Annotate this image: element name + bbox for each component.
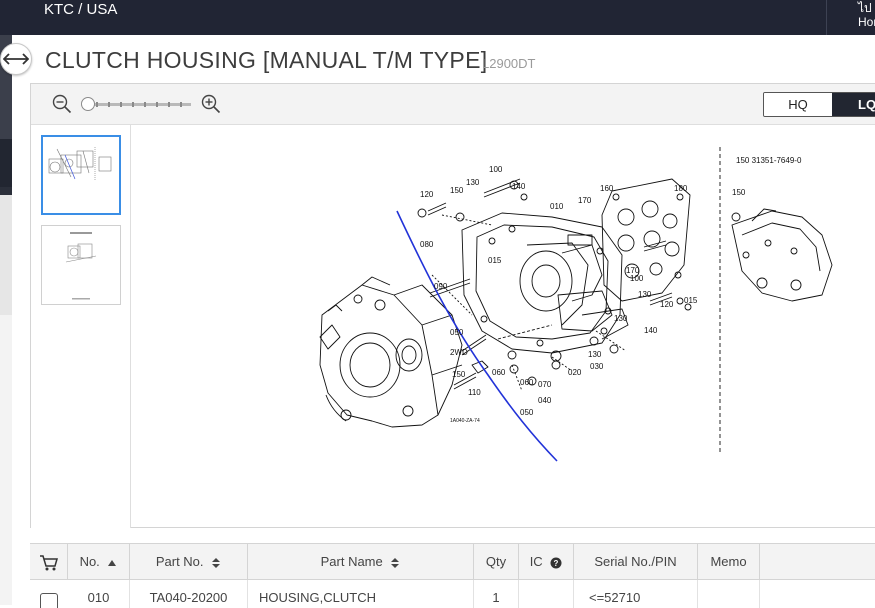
home-link[interactable]: ไป Hor (858, 1, 875, 29)
callout-label[interactable]: 080 (420, 240, 434, 249)
callout-label[interactable]: 120 (660, 300, 674, 309)
callout-label[interactable]: 020 (568, 368, 582, 377)
quality-toggle: HQ LQ (763, 92, 875, 117)
row-part-name: HOUSING,CLUTCH (248, 580, 474, 608)
memo-column-header: Memo (698, 544, 760, 580)
parts-table: No. Part No. Part Name Qty IC ? Serial N… (30, 543, 875, 608)
qty-column-header: Qty (474, 544, 519, 580)
lq-button[interactable]: LQ (832, 93, 875, 116)
side-panel-strip (0, 35, 12, 605)
row-no: 010 (68, 580, 130, 608)
table-header: No. Part No. Part Name Qty IC ? Serial N… (30, 543, 875, 580)
callout-label[interactable]: 2WD (450, 348, 468, 357)
callout-label[interactable]: 160 (600, 184, 614, 193)
row-qty: 1 (474, 580, 519, 608)
thumbnail-page-1[interactable] (41, 135, 121, 215)
callout-label[interactable]: 170 (578, 196, 592, 205)
callout-label[interactable]: 040 (538, 396, 552, 405)
home-link-top: ไป (858, 1, 872, 15)
row-memo (698, 580, 760, 608)
table-row[interactable]: 010 TA040-20200 HOUSING,CLUTCH 1 <=52710 (30, 580, 875, 608)
swap-arrows-icon (3, 53, 29, 65)
callout-label[interactable]: 100 (630, 274, 644, 283)
callout-label[interactable]: 070 (538, 380, 552, 389)
row-serial: <=52710 (574, 580, 698, 608)
serial-header-label: Serial No./PIN (594, 554, 677, 569)
row-checkbox[interactable] (40, 593, 58, 608)
callout-label[interactable]: 140 (644, 326, 658, 335)
sort-icon (391, 557, 400, 568)
hq-button[interactable]: HQ (764, 93, 832, 116)
row-select-cell (30, 580, 68, 608)
part-no-column-header[interactable]: Part No. (130, 544, 248, 580)
callout-label[interactable]: 050 (450, 328, 464, 337)
viewer-toolbar: HQ LQ (31, 84, 875, 125)
callout-label[interactable]: 180 (674, 184, 688, 193)
ic-column-header: IC ? (519, 544, 574, 580)
callout-label[interactable]: 150 (732, 188, 746, 197)
zoom-slider[interactable] (86, 102, 191, 107)
toggle-panel-button[interactable] (0, 43, 32, 75)
memo-header-label: Memo (710, 554, 747, 569)
home-link-bottom: Hor (858, 15, 875, 29)
page-title: CLUTCH HOUSING [MANUAL T/M TYPE] (45, 47, 488, 73)
callout-label[interactable]: 150 (452, 370, 466, 379)
callout-label[interactable]: 100 (489, 165, 503, 174)
diagram-viewer: HQ LQ 100 130 140 120 150 010 170 160 18… (30, 83, 875, 528)
callout-label[interactable]: 150 (450, 186, 464, 195)
parts-diagram[interactable]: 100 130 140 120 150 010 170 160 180 080 015 090 170 1… (132, 125, 875, 528)
callout-label[interactable]: 030 (590, 362, 604, 371)
callout-label[interactable]: 060 (520, 378, 534, 387)
right-diagram-header: 150 31351-7649-0 (736, 156, 802, 165)
callout-label[interactable]: 120 (420, 190, 434, 199)
callout-label[interactable]: 130 (638, 290, 652, 299)
top-bar: KTC / USA ไป Hor (0, 0, 875, 35)
part-name-column-header[interactable]: Part Name (248, 544, 474, 580)
callout-label[interactable]: 130 (588, 350, 602, 359)
diagram-image-code: 1A040-ZA-74 (450, 418, 480, 424)
cart-icon (39, 555, 58, 571)
model-label: L2900DT (482, 56, 536, 71)
help-icon[interactable]: ? (550, 557, 562, 569)
callout-label[interactable]: 015 (488, 256, 502, 265)
row-part-no[interactable]: TA040-20200 (130, 580, 248, 608)
part-name-header-label: Part Name (320, 554, 383, 569)
callout-label[interactable]: 130 (614, 314, 628, 323)
sort-icon (212, 557, 221, 568)
qty-header-label: Qty (485, 554, 507, 569)
no-header-label: No. (79, 554, 100, 569)
callout-label[interactable]: 130 (466, 178, 480, 187)
callout-label[interactable]: 090 (434, 282, 448, 291)
callout-label[interactable]: 060 (492, 368, 506, 377)
top-divider (826, 0, 827, 35)
svg-text:?: ? (554, 559, 559, 568)
zoom-in-icon[interactable] (201, 94, 221, 114)
callout-label[interactable]: 140 (512, 182, 526, 191)
row-ic (519, 580, 574, 608)
ic-header-label: IC (529, 554, 543, 569)
callout-label[interactable]: 010 (550, 202, 564, 211)
part-no-header-label: Part No. (155, 554, 204, 569)
page-thumbnails (31, 125, 131, 528)
sort-asc-icon (108, 559, 117, 566)
callout-label[interactable]: 050 (520, 408, 534, 417)
cart-column-header[interactable] (30, 544, 68, 580)
callout-label[interactable]: 015 (684, 296, 698, 305)
zoom-out-icon[interactable] (52, 94, 72, 114)
callout-label[interactable]: 110 (468, 388, 481, 397)
no-column-header[interactable]: No. (68, 544, 130, 580)
brand-label[interactable]: KTC / USA (44, 1, 117, 18)
serial-column-header: Serial No./PIN (574, 544, 698, 580)
zoom-slider-thumb[interactable] (81, 97, 95, 111)
thumbnail-page-2[interactable] (41, 225, 121, 305)
